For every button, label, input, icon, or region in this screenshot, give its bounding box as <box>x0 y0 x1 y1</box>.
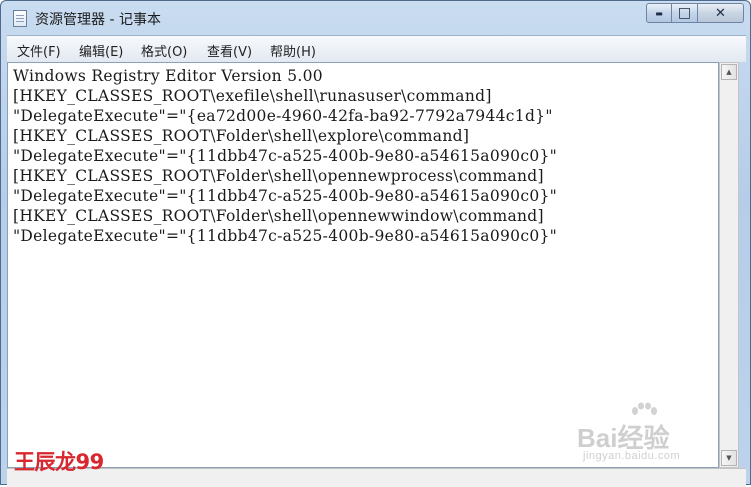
editor-content[interactable]: Windows Registry Editor Version 5.00 [HK… <box>13 66 557 246</box>
editor-line: "DelegateExecute"="{11dbb47c-a525-400b-9… <box>13 187 558 205</box>
scroll-up-button[interactable]: ▲ <box>721 64 737 80</box>
menu-help[interactable]: 帮助(H) <box>270 41 316 60</box>
maximize-button[interactable]: □ <box>672 3 698 23</box>
editor-line: [HKEY_CLASSES_ROOT\exefile\shell\runasus… <box>13 87 492 105</box>
scroll-up-icon: ▲ <box>726 68 732 76</box>
menu-edit[interactable]: 编辑(E) <box>79 41 123 60</box>
editor-line: "DelegateExecute"="{11dbb47c-a525-400b-9… <box>13 227 558 245</box>
minimize-button[interactable]: ▬ <box>646 3 672 23</box>
baidu-jingyan-watermark: Bai经验 jingyan.baidu.com <box>575 402 725 468</box>
editor-line: [HKEY_CLASSES_ROOT\Folder\shell\openneww… <box>13 207 544 225</box>
maximize-icon: □ <box>677 5 692 21</box>
menu-format[interactable]: 格式(O) <box>141 41 187 60</box>
menu-bar: 文件(F) 编辑(E) 格式(O) 查看(V) 帮助(H) <box>7 35 746 62</box>
scroll-down-icon: ▼ <box>726 454 732 462</box>
title-bar[interactable]: 资源管理器 - 记事本 ▬ □ ✕ <box>1 1 750 35</box>
editor-line: [HKEY_CLASSES_ROOT\Folder\shell\opennewp… <box>13 167 544 185</box>
bottom-edge <box>7 468 746 487</box>
menu-file[interactable]: 文件(F) <box>17 41 61 60</box>
menu-view[interactable]: 查看(V) <box>207 41 252 60</box>
editor-line: Windows Registry Editor Version 5.00 <box>13 67 323 85</box>
notepad-app-icon[interactable] <box>13 10 27 27</box>
minimize-icon: ▬ <box>655 8 663 18</box>
author-watermark: 王辰龙99 <box>14 450 104 474</box>
close-button[interactable]: ✕ <box>698 3 744 23</box>
baidu-paw-icon <box>632 402 657 415</box>
window-controls: ▬ □ ✕ <box>646 3 744 25</box>
editor-line: "DelegateExecute"="{ea72d00e-4960-42fa-b… <box>13 107 553 125</box>
close-icon: ✕ <box>715 5 726 21</box>
baidu-url-text: jingyan.baidu.com <box>583 450 681 462</box>
editor-line: "DelegateExecute"="{11dbb47c-a525-400b-9… <box>13 147 558 165</box>
editor-line: [HKEY_CLASSES_ROOT\Folder\shell\explore\… <box>13 127 470 145</box>
window-title: 资源管理器 - 记事本 <box>35 12 161 28</box>
